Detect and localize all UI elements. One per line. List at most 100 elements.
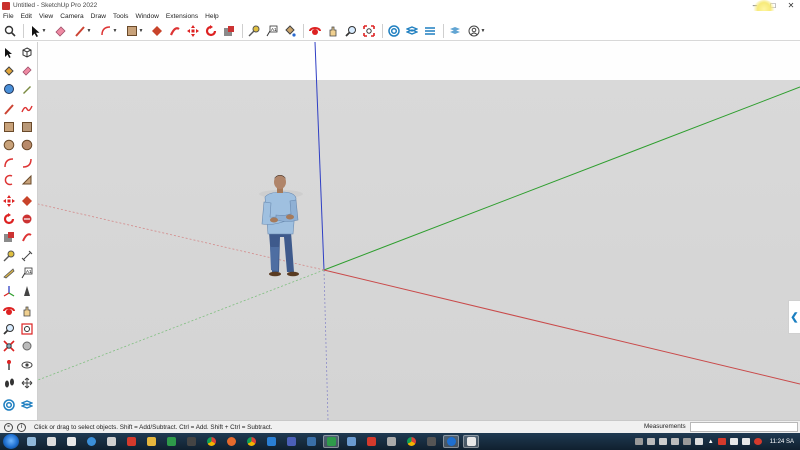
tape-measure-icon[interactable] (246, 24, 261, 39)
line-icon[interactable] (2, 102, 16, 116)
zoom-icon[interactable] (343, 24, 358, 39)
tray-collapse-toggle[interactable]: ❮ (788, 300, 800, 334)
taskbar-app-sketchup-active[interactable] (323, 435, 339, 448)
zoom-icon[interactable] (2, 322, 16, 336)
tray-app-icon[interactable] (658, 438, 667, 445)
pie-icon[interactable] (20, 173, 34, 187)
taskbar-app-folder[interactable] (143, 435, 159, 448)
tag-icon[interactable] (2, 82, 16, 96)
network-icon[interactable] (729, 438, 738, 445)
tray-app-icon[interactable] (694, 438, 703, 445)
rectangle-icon[interactable] (2, 120, 16, 134)
move-icon[interactable] (2, 194, 16, 208)
taskbar-app-edge[interactable] (83, 435, 99, 448)
push-pull-icon[interactable] (149, 24, 164, 39)
taskbar-app-video[interactable] (183, 435, 199, 448)
tape-measure-icon[interactable] (2, 249, 16, 263)
layout-icon[interactable] (422, 24, 437, 39)
tray-app-icon[interactable] (682, 438, 691, 445)
rotated-rectangle-icon[interactable] (20, 120, 34, 134)
line-icon[interactable]: ▼ (71, 24, 94, 39)
info-icon[interactable]: i (17, 422, 26, 432)
taskbar-app-sketchup[interactable] (463, 435, 479, 448)
taskbar-app-word[interactable] (63, 435, 79, 448)
volume-icon[interactable] (741, 438, 750, 445)
taskbar-app-excel[interactable] (163, 435, 179, 448)
rotate-icon[interactable] (203, 24, 218, 39)
taskbar-app-pdf[interactable] (123, 435, 139, 448)
paint-bucket-icon[interactable] (2, 64, 16, 78)
rectangle-icon[interactable]: ▼ (123, 24, 146, 39)
tray-app-icon[interactable] (670, 438, 679, 445)
push-pull-icon[interactable] (20, 194, 34, 208)
taskbar-app-teams[interactable] (283, 435, 299, 448)
dimension-icon[interactable] (20, 249, 34, 263)
taskbar-app-notes[interactable] (383, 435, 399, 448)
menu-draw[interactable]: Draw (88, 13, 110, 20)
menu-help[interactable]: Help (202, 13, 223, 20)
look-around-icon[interactable] (20, 358, 34, 372)
taskbar-app-browser[interactable] (443, 435, 459, 448)
orbit-icon[interactable] (2, 304, 16, 318)
menu-camera[interactable]: Camera (57, 13, 87, 20)
taskbar-app-chrome[interactable] (203, 435, 219, 448)
3-point-arc-icon[interactable] (2, 173, 16, 187)
paint-bucket-icon[interactable] (282, 24, 297, 39)
eraser-icon[interactable] (53, 24, 68, 39)
taskbar-app-photos[interactable] (263, 435, 279, 448)
circle-icon[interactable] (2, 138, 16, 152)
move-icon[interactable] (185, 24, 200, 39)
start-button[interactable] (3, 434, 19, 449)
scale-icon[interactable] (221, 24, 236, 39)
taskbar-clock[interactable]: 11:24 SA (770, 439, 794, 445)
taskbar-app-file-manager[interactable] (43, 435, 59, 448)
search-icon[interactable] (2, 24, 17, 39)
taskbar-app-antivirus[interactable] (363, 435, 379, 448)
2-point-arc-icon[interactable] (20, 156, 34, 170)
warehouse-icon[interactable] (2, 398, 16, 412)
orbit-icon[interactable] (307, 24, 322, 39)
protractor-icon[interactable] (2, 266, 16, 280)
3d-text-icon[interactable] (20, 284, 34, 298)
taskbar-app-terminal[interactable] (423, 435, 439, 448)
scale-icon[interactable] (2, 230, 16, 244)
previous-view-icon[interactable] (20, 339, 34, 353)
geolocation-icon[interactable]: ⚬ (4, 422, 13, 432)
text-icon[interactable]: A1 (20, 266, 34, 280)
extension-warehouse-icon[interactable] (20, 398, 34, 412)
menu-extensions[interactable]: Extensions (163, 13, 202, 20)
antivirus-tray-icon[interactable] (717, 438, 726, 445)
arc-icon[interactable]: ▼ (97, 24, 120, 39)
menu-edit[interactable]: Edit (18, 13, 36, 20)
rotate-icon[interactable] (2, 212, 16, 226)
eraser-icon[interactable] (20, 64, 34, 78)
component-icon[interactable] (20, 46, 34, 60)
tray-chevron-icon[interactable]: ▲ (708, 439, 714, 445)
walk-icon[interactable] (2, 376, 16, 390)
taskbar-app-chrome-2[interactable] (243, 435, 259, 448)
zoom-extents-icon[interactable] (361, 24, 376, 39)
polygon-icon[interactable] (20, 138, 34, 152)
freehand-icon[interactable] (20, 102, 34, 116)
extension-manager-icon[interactable] (447, 24, 462, 39)
menu-window[interactable]: Window (132, 13, 162, 20)
offset-icon[interactable] (20, 230, 34, 244)
zoom-extents-icon[interactable] (2, 339, 16, 353)
menu-file[interactable]: File (0, 13, 18, 20)
text-icon[interactable]: A1 (264, 24, 279, 39)
tray-app-icon[interactable] (634, 438, 643, 445)
taskbar-app-settings[interactable] (103, 435, 119, 448)
zoom-window-icon[interactable] (20, 322, 34, 336)
taskbar-app-media[interactable] (343, 435, 359, 448)
taskbar-app-store[interactable] (303, 435, 319, 448)
language-icon[interactable] (753, 438, 762, 445)
taskbar-app-chrome-3[interactable] (403, 435, 419, 448)
pan-icon[interactable] (325, 24, 340, 39)
menu-tools[interactable]: Tools (110, 13, 132, 20)
pan-icon[interactable] (20, 304, 34, 318)
extension-warehouse-icon[interactable] (404, 24, 419, 39)
scale-figure[interactable] (259, 175, 303, 277)
close-button[interactable]: ✕ (782, 0, 800, 11)
follow-me-icon[interactable] (20, 212, 34, 226)
axes-icon[interactable] (2, 284, 16, 298)
